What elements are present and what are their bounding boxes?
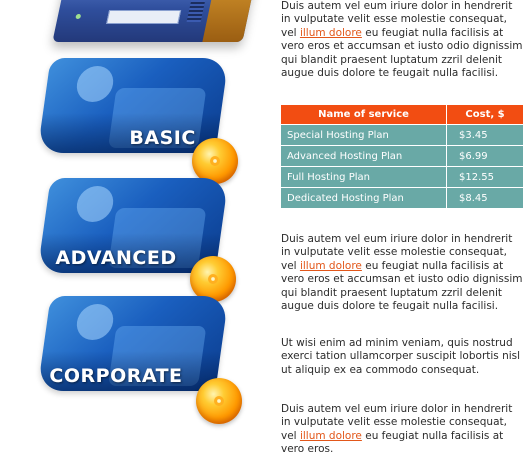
paragraph-3: Ut wisi enim ad minim veniam, quis nostr… xyxy=(281,337,521,376)
table-row: Special Hosting Plan $3.45 xyxy=(280,124,524,146)
table-row: Full Hosting Plan $12.55 xyxy=(280,166,524,188)
paragraph-1: Duis autem vel eum iriure dolor in hendr… xyxy=(281,0,525,80)
orange-button-icon[interactable] xyxy=(196,378,242,424)
column-header-cost: Cost, $ xyxy=(446,104,524,125)
server-led xyxy=(75,14,82,19)
illum-dolore-link[interactable]: illum dolore xyxy=(300,430,362,442)
service-cost: $6.99 xyxy=(446,145,524,167)
plan-card-label: CORPORATE xyxy=(49,365,183,387)
plan-card-label: BASIC xyxy=(129,127,196,149)
paragraph-2: Duis autem vel eum iriure dolor in hendr… xyxy=(281,233,525,313)
plan-card-label: ADVANCED xyxy=(55,247,177,269)
service-name: Dedicated Hosting Plan xyxy=(280,187,447,209)
service-cost: $3.45 xyxy=(446,124,524,146)
table-row: Dedicated Hosting Plan $8.45 xyxy=(280,187,524,209)
service-cost: $8.45 xyxy=(446,187,524,209)
left-column: BASIC ADVANCED CORPORATE xyxy=(0,0,270,459)
plan-card-basic[interactable]: BASIC xyxy=(37,58,229,153)
illum-dolore-link[interactable]: illum dolore xyxy=(300,260,362,272)
illum-dolore-link[interactable]: illum dolore xyxy=(300,27,362,39)
server-image xyxy=(52,0,258,42)
service-name: Full Hosting Plan xyxy=(280,166,447,188)
server-grill xyxy=(186,0,210,22)
table-row: Advanced Hosting Plan $6.99 xyxy=(280,145,524,167)
server-drive-slot xyxy=(106,10,182,24)
service-name: Special Hosting Plan xyxy=(280,124,447,146)
column-header-name: Name of service xyxy=(280,104,447,125)
service-name: Advanced Hosting Plan xyxy=(280,145,447,167)
service-cost: $12.55 xyxy=(446,166,524,188)
paragraph-4: Duis autem vel eum iriure dolor in hendr… xyxy=(281,403,525,457)
services-price-table: Name of service Cost, $ Special Hosting … xyxy=(280,104,524,209)
plan-card-corporate[interactable]: CORPORATE xyxy=(37,296,229,391)
table-header-row: Name of service Cost, $ xyxy=(280,104,524,125)
